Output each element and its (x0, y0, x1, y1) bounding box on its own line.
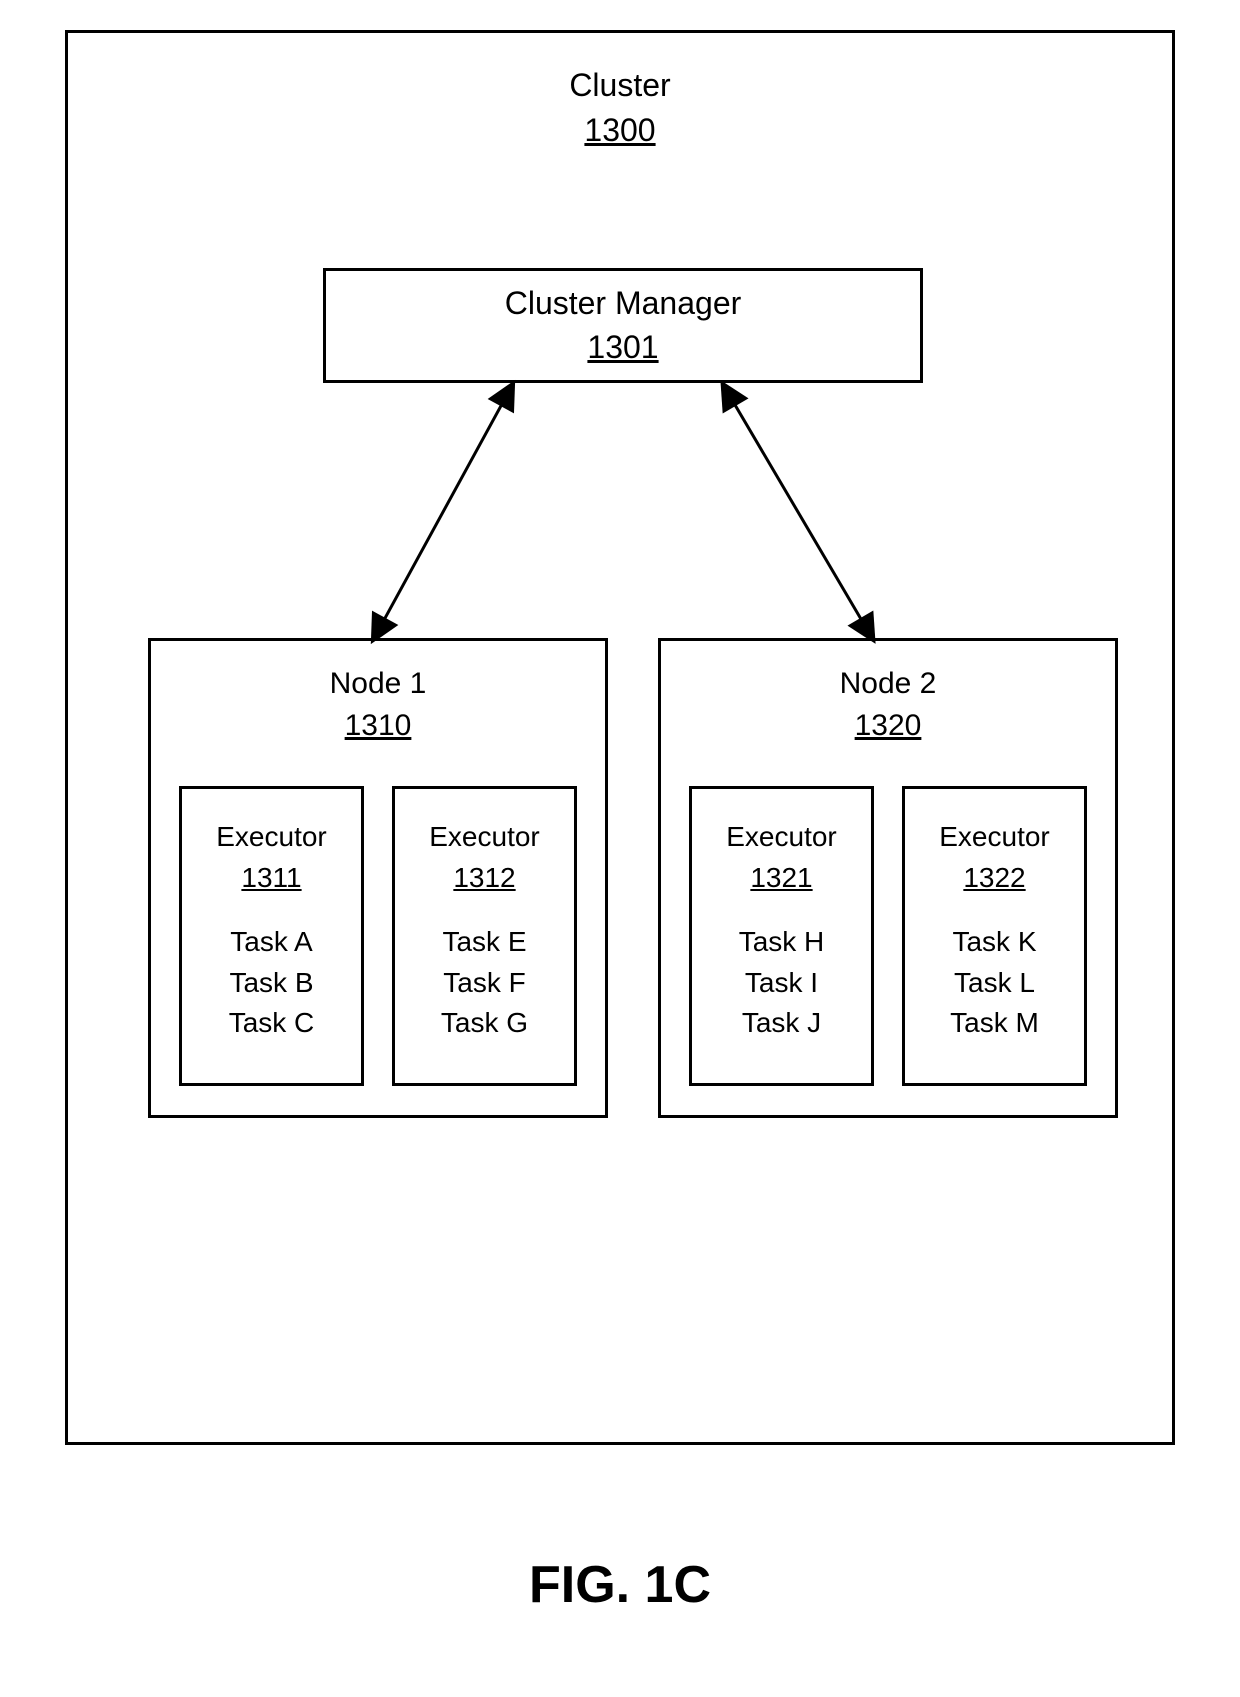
task-item: Task B (182, 963, 361, 1004)
node-2-box: Node 2 1320 Executor 1321 Task H Task I … (658, 638, 1118, 1118)
task-item: Task E (395, 922, 574, 963)
node-1-label: Node 1 (151, 663, 605, 705)
node-1-ref: 1310 (151, 705, 605, 747)
node-1-title: Node 1 1310 (151, 663, 605, 747)
node-1-box: Node 1 1310 Executor 1311 Task A Task B … (148, 638, 608, 1118)
cluster-ref: 1300 (68, 108, 1172, 153)
task-item: Task L (905, 963, 1084, 1004)
task-item: Task M (905, 1003, 1084, 1044)
executor-tasks: Task E Task F Task G (395, 922, 574, 1044)
node-1-executors: Executor 1311 Task A Task B Task C Execu… (151, 786, 605, 1086)
task-item: Task J (692, 1003, 871, 1044)
executor-1322: Executor 1322 Task K Task L Task M (902, 786, 1087, 1086)
cluster-manager-box: Cluster Manager 1301 (323, 268, 923, 383)
executor-1311: Executor 1311 Task A Task B Task C (179, 786, 364, 1086)
task-item: Task C (182, 1003, 361, 1044)
executor-tasks: Task A Task B Task C (182, 922, 361, 1044)
task-item: Task K (905, 922, 1084, 963)
task-item: Task G (395, 1003, 574, 1044)
executor-ref: 1311 (182, 858, 361, 899)
figure-caption: FIG. 1C (0, 1555, 1240, 1615)
cluster-title: Cluster 1300 (68, 63, 1172, 153)
executor-1312: Executor 1312 Task E Task F Task G (392, 786, 577, 1086)
figure-page: Cluster 1300 Cluster Manager 1301 Node 1 (0, 0, 1240, 1697)
executor-ref: 1322 (905, 858, 1084, 899)
executor-ref: 1312 (395, 858, 574, 899)
node-2-ref: 1320 (661, 705, 1115, 747)
cluster-container: Cluster 1300 Cluster Manager 1301 Node 1 (65, 30, 1175, 1445)
node-2-title: Node 2 1320 (661, 663, 1115, 747)
task-item: Task A (182, 922, 361, 963)
executor-label: Executor (395, 817, 574, 858)
executor-1321: Executor 1321 Task H Task I Task J (689, 786, 874, 1086)
cluster-manager-label: Cluster Manager (326, 282, 920, 325)
task-item: Task H (692, 922, 871, 963)
task-item: Task I (692, 963, 871, 1004)
executor-tasks: Task K Task L Task M (905, 922, 1084, 1044)
cluster-label: Cluster (68, 63, 1172, 108)
task-item: Task F (395, 963, 574, 1004)
executor-tasks: Task H Task I Task J (692, 922, 871, 1044)
executor-ref: 1321 (692, 858, 871, 899)
node-2-label: Node 2 (661, 663, 1115, 705)
executor-label: Executor (905, 817, 1084, 858)
executor-label: Executor (692, 817, 871, 858)
executor-label: Executor (182, 817, 361, 858)
node-2-executors: Executor 1321 Task H Task I Task J Execu… (661, 786, 1115, 1086)
cluster-manager-ref: 1301 (326, 326, 920, 369)
